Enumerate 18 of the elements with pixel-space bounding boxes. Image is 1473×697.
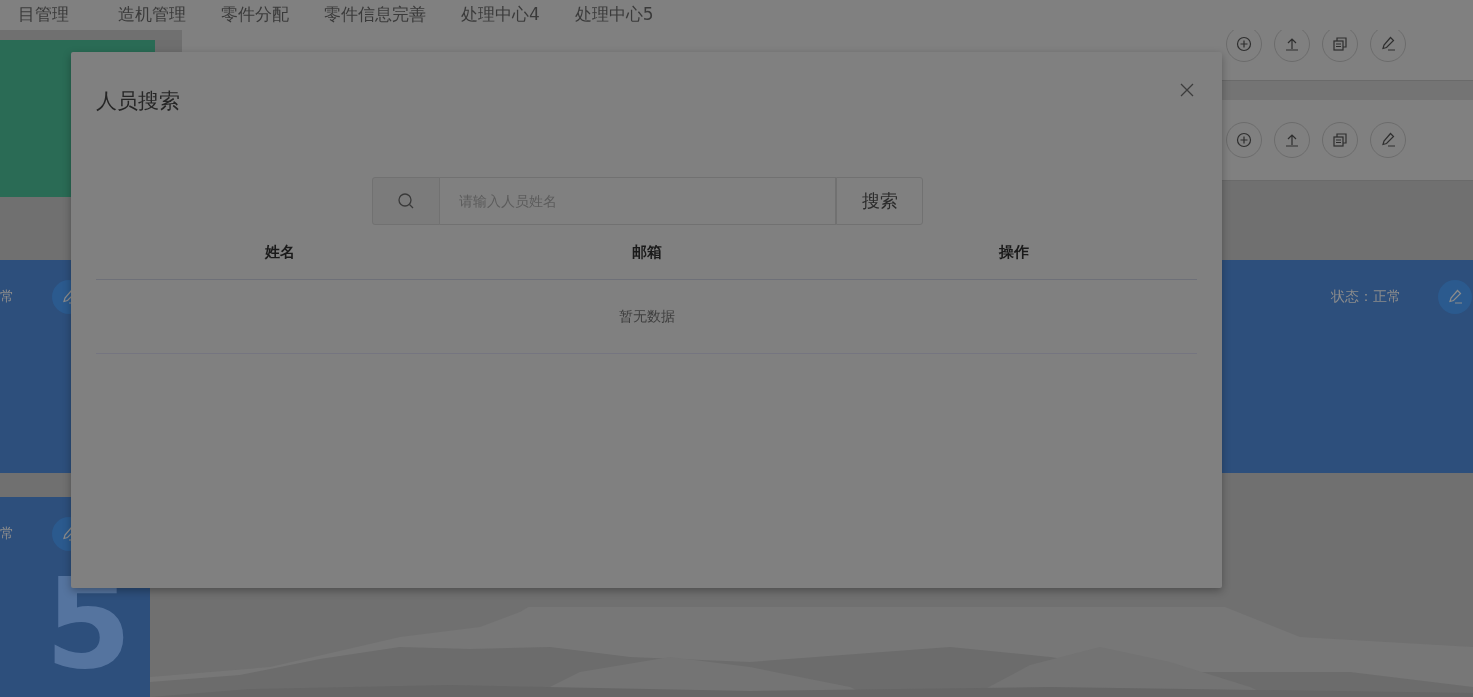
empty-message: 暂无数据	[618, 307, 675, 326]
column-header: 邮箱	[631, 242, 662, 262]
status-label: 状态：正常	[1331, 288, 1401, 306]
search-icon	[397, 192, 415, 210]
status-label: 常	[0, 525, 14, 543]
nav-item[interactable]: 零件分配	[221, 0, 289, 28]
search-button[interactable]: 搜索	[836, 177, 923, 225]
nav-item[interactable]: 零件信息完善	[324, 0, 426, 28]
column-header: 操作	[998, 242, 1029, 262]
dialog-title: 人员搜索	[96, 88, 180, 114]
status-label: 常	[0, 288, 14, 306]
edit-icon[interactable]	[1438, 280, 1472, 314]
nav-item[interactable]: 处理中心4	[461, 0, 540, 28]
nav-item[interactable]: 处理中心5	[574, 0, 654, 28]
column-header: 姓名	[264, 242, 295, 262]
close-icon[interactable]	[1178, 81, 1196, 99]
nav-item[interactable]: 造机管理	[118, 0, 186, 28]
nav-item[interactable]: 目管理	[18, 0, 69, 28]
